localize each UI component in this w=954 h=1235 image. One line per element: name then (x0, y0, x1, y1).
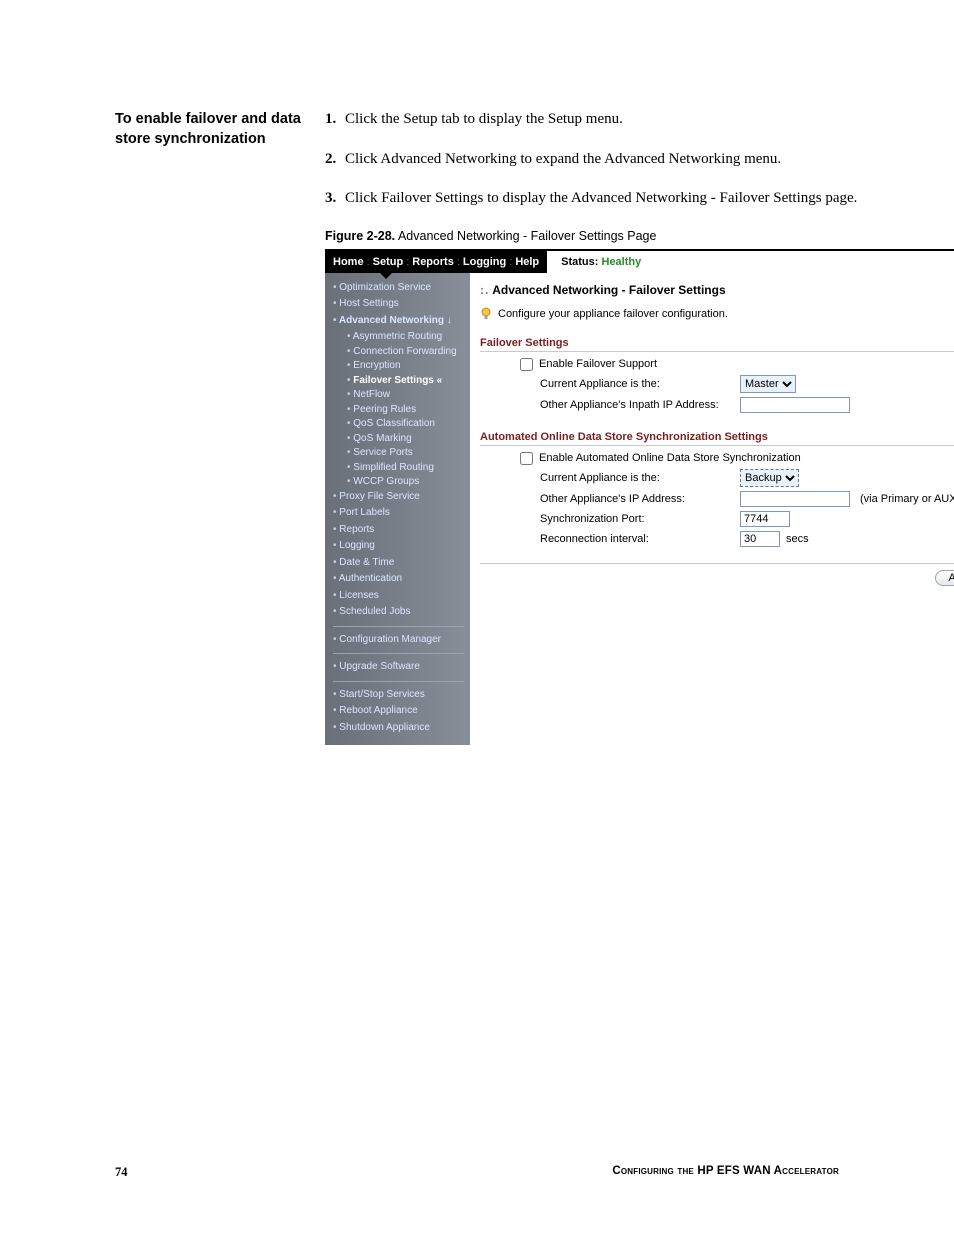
sidebar: Optimization Service Host Settings Advan… (325, 273, 470, 746)
sidebar-subitem[interactable]: Connection Forwarding (333, 345, 464, 360)
active-tab-arrow-icon (380, 273, 392, 279)
lightbulb-icon (480, 307, 492, 321)
ip-hint: (via Primary or AUX interfaces) (860, 493, 954, 505)
sidebar-subitem[interactable]: Asymmetric Routing (333, 330, 464, 345)
enable-sync-checkbox[interactable] (520, 452, 533, 465)
enable-failover-label: Enable Failover Support (539, 358, 657, 370)
other-ip-label: Other Appliance's IP Address: (540, 493, 740, 505)
sidebar-item[interactable]: Start/Stop Services (333, 688, 464, 703)
sidebar-item[interactable]: Authentication (333, 572, 464, 587)
sidebar-item[interactable]: Licenses (333, 589, 464, 604)
sync-current-appliance-select[interactable]: Backup (740, 469, 799, 487)
sidebar-item[interactable]: Configuration Manager (333, 633, 464, 648)
secs-label: secs (786, 533, 809, 545)
content-page-title: :. Advanced Networking - Failover Settin… (480, 283, 954, 297)
figure-caption: Figure 2-28. Advanced Networking - Failo… (325, 229, 954, 243)
sync-current-appliance-label: Current Appliance is the: (540, 472, 740, 484)
other-inpath-input[interactable] (740, 397, 850, 413)
sidebar-subitem[interactable]: Encryption (333, 359, 464, 374)
sidebar-subitem[interactable]: NetFlow (333, 388, 464, 403)
step-3: 3. Click Failover Settings to display th… (325, 189, 954, 209)
config-hint: Configure your appliance failover config… (480, 307, 954, 321)
sidebar-item[interactable]: Logging (333, 539, 464, 554)
sidebar-item[interactable]: Proxy File Service (333, 490, 464, 505)
current-appliance-label: Current Appliance is the: (540, 378, 740, 390)
sidebar-subitem[interactable]: WCCP Groups (333, 475, 464, 490)
reconn-label: Reconnection interval: (540, 533, 740, 545)
sidebar-subitem[interactable]: Simplified Routing (333, 461, 464, 476)
page-number: 74 (115, 1165, 128, 1180)
sidebar-item[interactable]: Upgrade Software (333, 660, 464, 675)
sidebar-subitem[interactable]: Peering Rules (333, 403, 464, 418)
other-inpath-label: Other Appliance's Inpath IP Address: (540, 399, 740, 411)
other-ip-input[interactable] (740, 491, 850, 507)
step-1: 1. Click the Setup tab to display the Se… (325, 110, 954, 130)
footer-text: Configuring the HP EFS WAN Accelerator (612, 1165, 839, 1180)
button-row: Apply Sav (480, 563, 954, 586)
status: Status: Healthy (561, 256, 641, 268)
content-area: :. Advanced Networking - Failover Settin… (470, 273, 954, 746)
sync-port-input[interactable] (740, 511, 790, 527)
sidebar-item[interactable]: Scheduled Jobs (333, 605, 464, 620)
sidebar-item[interactable]: Host Settings (333, 297, 464, 312)
sidebar-item[interactable]: Optimization Service (333, 281, 464, 296)
sidebar-item[interactable]: Reports (333, 523, 464, 538)
tab-setup[interactable]: Setup (373, 256, 404, 268)
screenshot-figure: Home: Setup: Reports: Logging: Help Stat… (325, 249, 954, 746)
sidebar-subitem-failover[interactable]: Failover Settings « (333, 374, 464, 389)
sidebar-item-advanced-networking[interactable]: Advanced Networking ↓ (333, 314, 464, 329)
tab-logging[interactable]: Logging (463, 256, 506, 268)
sync-port-label: Synchronization Port: (540, 513, 740, 525)
apply-button[interactable]: Apply (935, 570, 954, 586)
step-2: 2. Click Advanced Networking to expand t… (325, 150, 954, 170)
page-footer: 74 Configuring the HP EFS WAN Accelerato… (115, 1165, 839, 1180)
tab-reports[interactable]: Reports (412, 256, 454, 268)
topbar-tabs[interactable]: Home: Setup: Reports: Logging: Help (325, 251, 547, 273)
sidebar-item[interactable]: Reboot Appliance (333, 704, 464, 719)
sidebar-subitem[interactable]: QoS Classification (333, 417, 464, 432)
enable-failover-checkbox[interactable] (520, 358, 533, 371)
topbar: Home: Setup: Reports: Logging: Help Stat… (325, 251, 954, 273)
reconn-input[interactable] (740, 531, 780, 547)
current-appliance-select[interactable]: Master (740, 375, 796, 393)
tab-help[interactable]: Help (515, 256, 539, 268)
sidebar-subitem[interactable]: QoS Marking (333, 432, 464, 447)
sidebar-item[interactable]: Shutdown Appliance (333, 721, 464, 736)
tab-home[interactable]: Home (333, 256, 364, 268)
section-sync: Automated Online Data Store Synchronizat… (480, 431, 954, 446)
sidebar-item[interactable]: Date & Time (333, 556, 464, 571)
enable-sync-label: Enable Automated Online Data Store Synch… (539, 452, 801, 464)
sidebar-item[interactable]: Port Labels (333, 506, 464, 521)
status-value: Healthy (602, 256, 642, 268)
task-title: To enable failover and data store synchr… (115, 110, 305, 149)
section-failover: Failover Settings (480, 337, 954, 352)
sidebar-subitem[interactable]: Service Ports (333, 446, 464, 461)
